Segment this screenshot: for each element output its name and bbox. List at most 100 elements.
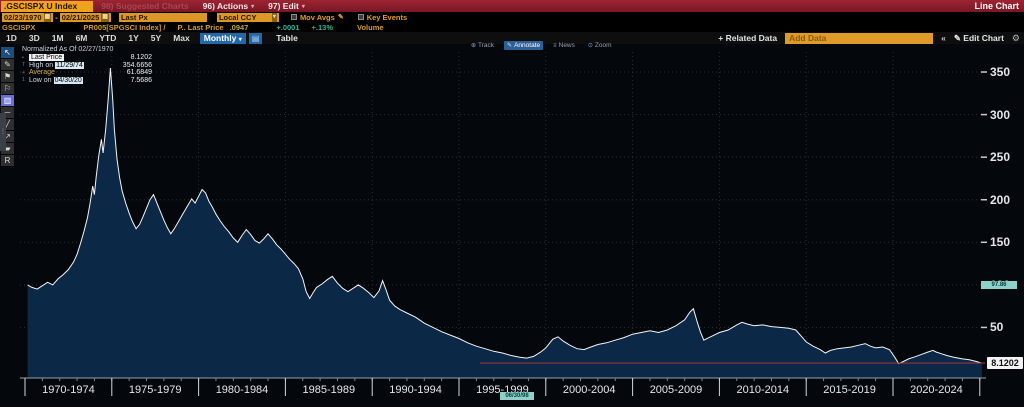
legend-label-text: Low on [29,77,52,84]
key-events-checkbox[interactable] [358,14,364,20]
chart-type-icon[interactable]: ▤ [249,33,263,44]
range-button-max[interactable]: Max [167,33,196,43]
chart-plot-area[interactable] [0,44,1024,407]
last-price-axis-badge: 8.1202 [987,357,1023,369]
range-button-1d[interactable]: 1D [0,33,23,43]
track-icon: ⊕ [471,42,476,49]
track-date-badge: 06/30/98 [500,392,534,400]
range-bar-right: + Related Data Add Data « ✎ Edit Chart ⚙ [718,33,1020,44]
range-button-1m[interactable]: 1M [46,33,70,43]
range-buttons: 1D3D1M6MYTD1Y5YMax [0,33,196,43]
key-events-label[interactable]: Key Events [367,13,407,22]
edit-chart-label: Edit Chart [963,33,1004,43]
end-date-value: 02/21/2025 [62,13,100,22]
last-price-value: .0947 [230,23,249,32]
range-button-ytd[interactable]: YTD [93,33,122,43]
page-title: Line Chart [974,1,1019,11]
legend-label-text: High on [29,62,53,69]
related-data-button[interactable]: + Related Data [718,33,777,43]
toolbar-collapse-handle[interactable]: ⋮ [0,113,6,151]
chart-tool-label: Track [478,42,494,49]
pencil-icon: ✎ [954,33,963,43]
suggested-charts-button[interactable]: 98) Suggested Charts [101,1,188,11]
currency-select[interactable]: Local CCY ▾ [217,13,279,22]
magnifier-icon: ⊙ [588,42,593,49]
range-button-3d[interactable]: 3D [23,33,46,43]
currency-value: Local CCY [219,13,257,22]
mov-avgs-label[interactable]: Mov Avgs [300,13,335,22]
legend-marker: + [22,70,29,76]
legend-label: Average [29,69,127,76]
table-button[interactable]: Table [276,33,298,43]
pencil-icon[interactable]: ✎ [338,13,344,21]
y-axis-tick-label: 350 [990,65,1020,79]
period-select[interactable]: Monthly ▾ [200,33,246,44]
legend-label: Last Price [29,54,131,61]
calendar-icon[interactable]: ▦ [44,13,52,22]
actions-menu[interactable]: 96) Actions ▾ [203,1,255,11]
x-axis-tick-label: 2000-2004 [546,384,632,396]
chevron-down-icon: ▾ [239,37,242,43]
x-axis-tick-label: 2015-2019 [807,384,893,396]
chart-region: ⊕Track✎Annotate≡News⊙Zoom ↖✎⚑⚐▥─╱↗▰R ⋮ N… [0,44,1024,407]
flag-note-tool-icon[interactable]: ⚑ [1,71,14,82]
period-value: Monthly [204,33,237,43]
start-date-input[interactable]: 02/23/1970 ▦ [2,13,53,22]
actions-menu-label: 96) Actions [203,1,249,11]
y-axis-tick-label: 150 [990,235,1020,249]
security-description: PR005[SPGSCI Index] / [83,23,165,32]
cursor-tool-icon[interactable]: ↖ [1,47,14,58]
range-button-1y[interactable]: 1Y [122,33,144,43]
y-axis-tick-label: 300 [990,108,1020,122]
edit-menu[interactable]: 97) Edit ▾ [268,1,305,11]
legend-title: Normalized As Of 02/27/1970 [22,46,152,53]
edit-menu-label: 97) Edit [268,1,299,11]
bloomberg-gp-window: .GSCISPX U Index 98) Suggested Charts 96… [0,0,1024,407]
chevron-down-icon: ▾ [251,3,254,10]
x-axis-tick-label: 1975-1979 [112,384,198,396]
legend-row[interactable]: THigh on11/29/74354.6656 [22,62,152,70]
legend-row[interactable]: ▪Last Price8.1202 [22,54,152,62]
pencil-icon: ✎ [507,42,512,49]
legend-date: 04/30/20 [54,77,83,84]
range-button-6m[interactable]: 6M [70,33,94,43]
chart-controls-row: 02/23/1970 ▦ - 02/21/2025 ▦ Last Px Loca… [0,12,1024,22]
edit-chart-button[interactable]: ✎ Edit Chart [954,33,1004,44]
legend-row[interactable]: +Average61.6849 [22,69,152,77]
legend-row[interactable]: 1Low on04/30/207.5686 [22,77,152,85]
titlebar: .GSCISPX U Index 98) Suggested Charts 96… [0,0,1024,12]
legend-marker: ▪ [22,55,29,61]
price-source-value: Last Px [121,13,148,22]
add-data-input[interactable]: Add Data [785,33,933,44]
collapse-icon[interactable]: « [941,33,946,43]
chart-tool-track[interactable]: ⊕Track [468,41,497,50]
chevron-down-icon: ▾ [272,13,277,22]
columns-tool-icon[interactable]: ▥ [1,95,14,106]
mov-avgs-checkbox[interactable] [291,14,297,20]
chart-mode-toolbar: ⊕Track ✎Annotate ≡News ⊙Zoom [468,41,615,50]
chart-tool-label: Zoom [595,42,612,49]
legend-value: 61.6849 [127,69,152,76]
range-button-5y[interactable]: 5Y [145,33,167,43]
y-axis-tick-label: 200 [990,193,1020,207]
chart-tool-news[interactable]: ≡News [550,41,578,50]
gear-icon[interactable]: ⚙ [1012,33,1020,44]
chart-tool-annotate[interactable]: ✎Annotate [504,41,543,50]
price-field-label: P.. Last Price [177,23,223,32]
legend-label-text: Last Price [29,54,64,61]
regression-tool-icon[interactable]: R [1,155,14,166]
chart-tool-label: News [559,42,575,49]
end-date-input[interactable]: 02/21/2025 ▦ [60,13,111,22]
calendar-icon[interactable]: ▦ [101,13,109,22]
x-axis-tick-label: 1985-1989 [286,384,372,396]
chart-tool-zoom[interactable]: ⊙Zoom [585,41,615,50]
pencil-tool-icon[interactable]: ✎ [1,59,14,70]
legend-label: High on11/29/74 [29,62,123,69]
security-row: GSCISPX PR005[SPGSCI Index] / P.. Last P… [0,22,1024,32]
x-axis-tick-label: 2010-2014 [720,384,806,396]
ticker-input[interactable]: .GSCISPX U Index [1,1,93,12]
chart-tool-label: Annotate [514,42,540,49]
volume-label: Volume [357,23,384,32]
price-source-select[interactable]: Last Px [119,13,207,22]
text-note-tool-icon[interactable]: ⚐ [1,83,14,94]
